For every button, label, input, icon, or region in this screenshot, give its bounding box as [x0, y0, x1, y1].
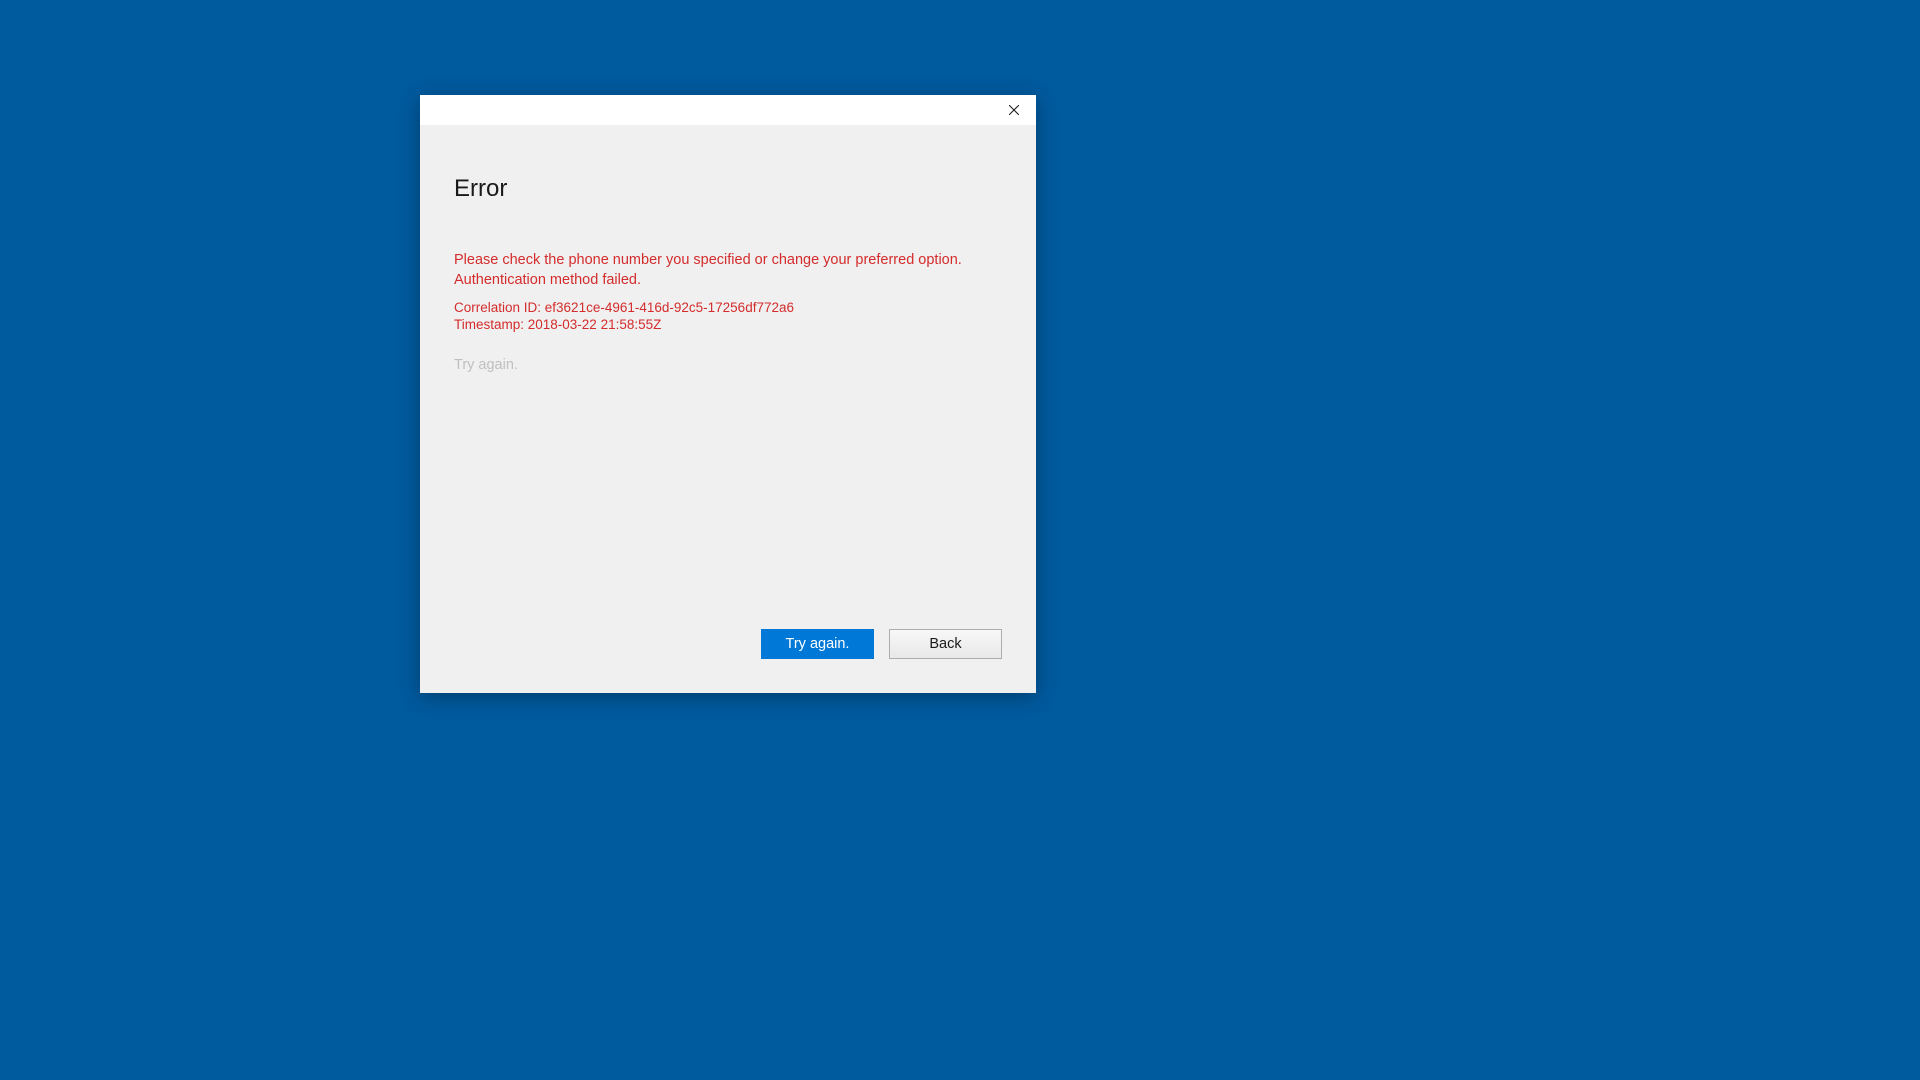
dialog-title: Error — [454, 175, 1002, 203]
close-icon — [1009, 105, 1019, 115]
dialog-titlebar — [420, 95, 1036, 125]
dialog-content: Error Please check the phone number you … — [420, 125, 1036, 693]
error-message: Please check the phone number you specif… — [454, 251, 1002, 290]
correlation-id: Correlation ID: ef3621ce-4961-416d-92c5-… — [454, 300, 1002, 316]
try-again-button[interactable]: Try again. — [761, 629, 874, 659]
back-button[interactable]: Back — [889, 629, 1002, 659]
hint-text: Try again. — [454, 357, 1002, 373]
close-button[interactable] — [991, 95, 1036, 125]
button-row: Try again. Back — [761, 629, 1002, 659]
error-details: Correlation ID: ef3621ce-4961-416d-92c5-… — [454, 300, 1002, 334]
error-dialog: Error Please check the phone number you … — [420, 95, 1036, 693]
timestamp: Timestamp: 2018-03-22 21:58:55Z — [454, 317, 1002, 333]
